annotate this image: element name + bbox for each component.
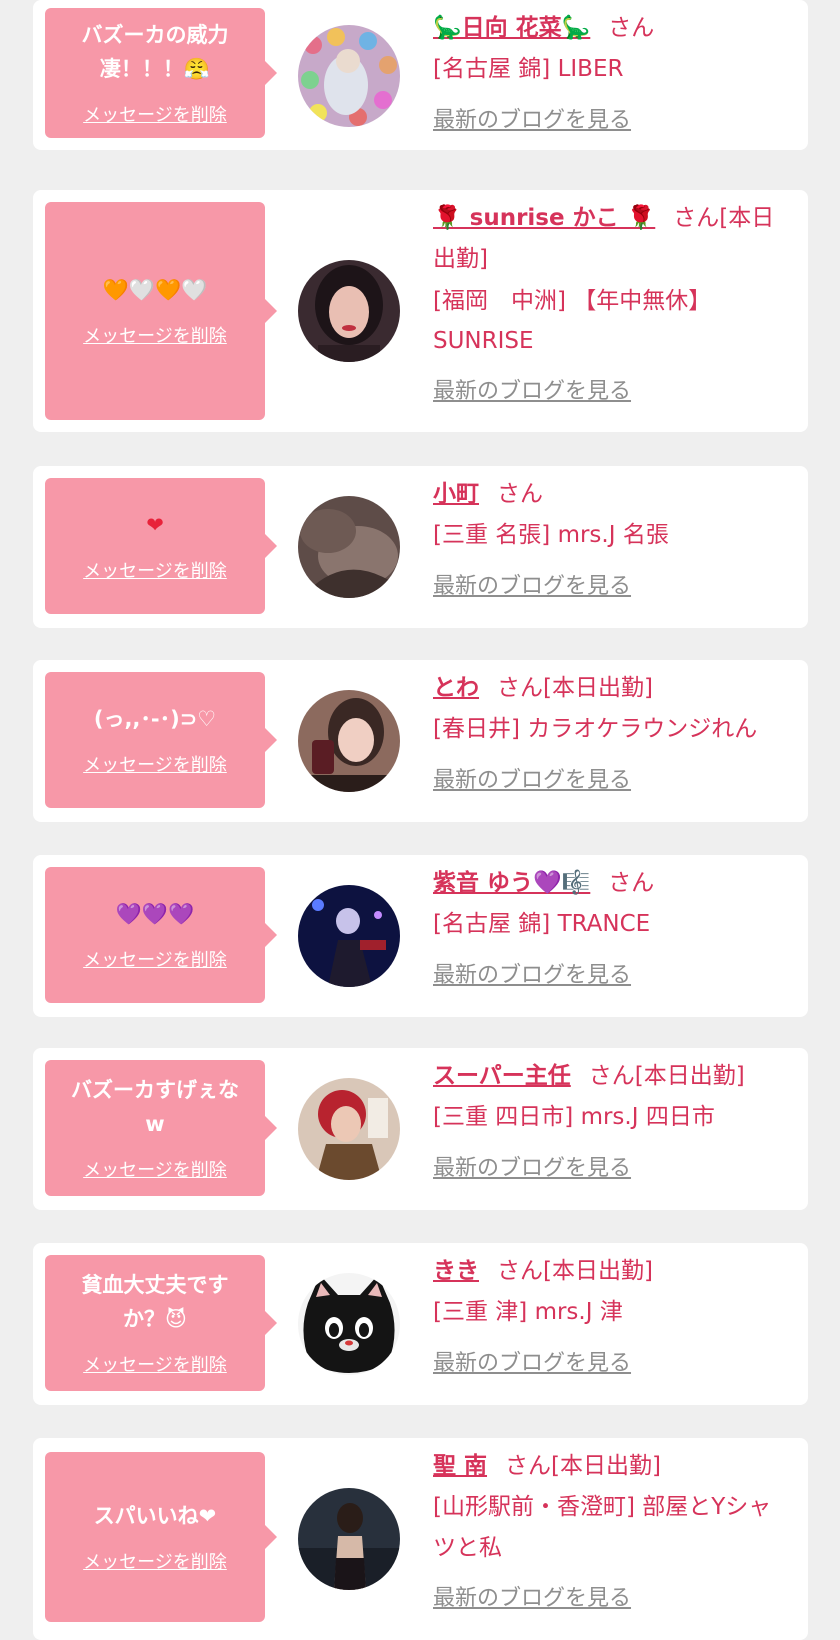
- delete-message-link[interactable]: メッセージを削除: [83, 557, 227, 583]
- member-info: 聖 南さん[本日出勤] [山形駅前・香澄町] 部屋とYシャツと私 最新のブログを…: [433, 1446, 790, 1612]
- member-info: きき さん[本日出勤] [三重 津] mrs.J 津 最新のブログを見る: [433, 1251, 790, 1377]
- honorific: さん[本日出勤]: [588, 1063, 745, 1089]
- message-bubble: 🧡🤍🧡🤍 メッセージを削除: [45, 202, 277, 420]
- member-info: スーパー主任 さん[本日出勤] [三重 四日市] mrs.J 四日市 最新のブログ…: [433, 1056, 790, 1182]
- latest-blog-link[interactable]: 最新のブログを見る: [433, 102, 631, 134]
- delete-message-link[interactable]: メッセージを削除: [83, 946, 227, 972]
- shop-name: [福岡 中洲] 【年中無休】SUNRISE: [433, 287, 712, 355]
- message-card: ❤ メッセージを削除 小町 さん [三重 名張] mrs.J 名張 最新のブログを…: [33, 466, 808, 628]
- message-card: (っ,,･-･)⊃♡ メッセージを削除 とわ さん[本日出勤] [春日井] カラオ…: [33, 660, 808, 822]
- delete-message-link[interactable]: メッセージを削除: [83, 1351, 227, 1377]
- latest-blog-link[interactable]: 最新のブログを見る: [433, 957, 631, 989]
- message-card: スパいいね❤ メッセージを削除 聖 南さん[本日出勤] [山形駅前・香澄町] 部…: [33, 1438, 808, 1640]
- name-line: きき さん[本日出勤]: [433, 1251, 790, 1292]
- colorful-balls-photo-icon: [298, 25, 400, 127]
- message-list: バズーカの威力 凄！！！😤 メッセージを削除 🦕日向 花菜🦕 さん [名古屋 錦…: [0, 0, 840, 1640]
- message-bubble: バズーカの威力 凄！！！😤 メッセージを削除: [45, 8, 277, 138]
- night-stage-photo-icon: [298, 885, 400, 987]
- name-line: スーパー主任 さん[本日出勤]: [433, 1056, 790, 1097]
- member-name-link[interactable]: きき: [433, 1258, 479, 1284]
- latest-blog-link[interactable]: 最新のブログを見る: [433, 373, 631, 405]
- black-cat-character-icon: [298, 1273, 400, 1375]
- honorific: さん: [608, 15, 655, 41]
- message-card: 🧡🤍🧡🤍 メッセージを削除 🌹 sunrise かこ 🌹 さん[本日出勤] [福岡…: [33, 190, 808, 432]
- member-name-link[interactable]: 聖 南: [433, 1453, 487, 1479]
- message-text: スパいいね❤: [93, 1504, 217, 1529]
- name-line: 🌹 sunrise かこ 🌹 さん[本日出勤]: [433, 198, 790, 281]
- avatar[interactable]: [298, 1488, 400, 1590]
- name-line: 聖 南さん[本日出勤]: [433, 1446, 790, 1487]
- latest-blog-link[interactable]: 最新のブログを見る: [433, 762, 631, 794]
- delete-message-link[interactable]: メッセージを削除: [83, 751, 227, 777]
- member-info: 紫音 ゆう💜🎼 さん [名古屋 錦] TRANCE 最新のブログを見る: [433, 863, 790, 989]
- avatar[interactable]: [298, 1078, 400, 1180]
- message-card: バズーカすげぇな w メッセージを削除 スーパー主任 さん[本日出勤] [三重 四…: [33, 1048, 808, 1210]
- latest-blog-link[interactable]: 最新のブログを見る: [433, 1150, 631, 1182]
- member-name-link[interactable]: とわ: [433, 675, 479, 701]
- message-card: 💜💜💜 メッセージを削除 紫音 ゆう💜🎼 さん [名古屋 錦] TRANCE 最新…: [33, 855, 808, 1017]
- member-name-link[interactable]: 🌹 sunrise かこ 🌹: [433, 205, 655, 231]
- message-card: バズーカの威力 凄！！！😤 メッセージを削除 🦕日向 花菜🦕 さん [名古屋 錦…: [33, 0, 808, 150]
- delete-message-link[interactable]: メッセージを削除: [83, 1548, 227, 1574]
- member-info: 🦕日向 花菜🦕 さん [名古屋 錦] LIBER 最新のブログを見る: [433, 8, 790, 134]
- shop-name: [春日井] カラオケラウンジれん: [433, 716, 758, 743]
- member-name-link[interactable]: 🦕日向 花菜🦕: [433, 15, 590, 41]
- message-text: バズーカすげぇな w: [71, 1078, 239, 1136]
- avatar[interactable]: [298, 496, 400, 598]
- name-line: 紫音 ゆう💜🎼 さん: [433, 863, 790, 904]
- honorific: さん[本日出勤]: [505, 1453, 661, 1479]
- avatar[interactable]: [298, 1273, 400, 1375]
- message-bubble: バズーカすげぇな w メッセージを削除: [45, 1060, 277, 1196]
- avatar[interactable]: [298, 885, 400, 987]
- message-bubble: ❤ メッセージを削除: [45, 478, 277, 614]
- honorific: さん: [608, 870, 655, 896]
- member-info: とわ さん[本日出勤] [春日井] カラオケラウンジれん 最新のブログを見る: [433, 668, 790, 794]
- member-name-link[interactable]: スーパー主任: [433, 1063, 571, 1089]
- member-info: 小町 さん [三重 名張] mrs.J 名張 最新のブログを見る: [433, 474, 790, 600]
- avatar[interactable]: [298, 260, 400, 362]
- latest-blog-link[interactable]: 最新のブログを見る: [433, 1580, 631, 1612]
- honorific: さん: [497, 481, 543, 507]
- name-line: 小町 さん: [433, 474, 790, 515]
- message-bubble: スパいいね❤ メッセージを削除: [45, 1452, 277, 1622]
- shop-name: [三重 津] mrs.J 津: [433, 1299, 623, 1326]
- avatar[interactable]: [298, 25, 400, 127]
- shop-name: [名古屋 錦] LIBER: [433, 56, 624, 83]
- shop-name: [名古屋 錦] TRANCE: [433, 911, 651, 938]
- latest-blog-link[interactable]: 最新のブログを見る: [433, 568, 631, 600]
- honorific: さん[本日出勤]: [497, 675, 653, 701]
- back-portrait-photo-icon: [298, 1488, 400, 1590]
- message-bubble: 貧血大丈夫です か？😈 メッセージを削除: [45, 1255, 277, 1391]
- message-bubble: (っ,,･-･)⊃♡ メッセージを削除: [45, 672, 277, 808]
- message-text: (っ,,･-･)⊃♡: [93, 707, 217, 732]
- message-bubble: 💜💜💜 メッセージを削除: [45, 867, 277, 1003]
- shop-name: [三重 名張] mrs.J 名張: [433, 522, 669, 549]
- portrait-with-drink-photo-icon: [298, 690, 400, 792]
- shop-name: [山形駅前・香澄町] 部屋とYシャツと私: [433, 1494, 772, 1561]
- member-name-link[interactable]: 紫音 ゆう💜🎼: [433, 870, 590, 896]
- member-info: 🌹 sunrise かこ 🌹 さん[本日出勤] [福岡 中洲] 【年中無休】SUN…: [433, 198, 790, 405]
- message-text: バズーカの威力 凄！！！😤: [81, 23, 229, 81]
- name-line: とわ さん[本日出勤]: [433, 668, 790, 709]
- message-card: 貧血大丈夫です か？😈 メッセージを削除 きき さん[本日出勤] [三重 津] m…: [33, 1243, 808, 1405]
- delete-message-link[interactable]: メッセージを削除: [83, 1156, 227, 1182]
- red-hair-photo-icon: [298, 1078, 400, 1180]
- shop-name: [三重 四日市] mrs.J 四日市: [433, 1104, 715, 1131]
- dark-photo-icon: [298, 496, 400, 598]
- member-name-link[interactable]: 小町: [433, 481, 479, 507]
- avatar[interactable]: [298, 690, 400, 792]
- message-text: ❤: [146, 513, 164, 538]
- honorific: さん[本日出勤]: [497, 1258, 653, 1284]
- message-text: 🧡🤍🧡🤍: [102, 278, 208, 303]
- latest-blog-link[interactable]: 最新のブログを見る: [433, 1345, 631, 1377]
- message-text: 💜💜💜: [115, 902, 195, 927]
- delete-message-link[interactable]: メッセージを削除: [83, 322, 227, 348]
- message-text: 貧血大丈夫です か？😈: [81, 1273, 229, 1331]
- portrait-photo-icon: [298, 260, 400, 362]
- name-line: 🦕日向 花菜🦕 さん: [433, 8, 790, 49]
- delete-message-link[interactable]: メッセージを削除: [83, 101, 227, 127]
